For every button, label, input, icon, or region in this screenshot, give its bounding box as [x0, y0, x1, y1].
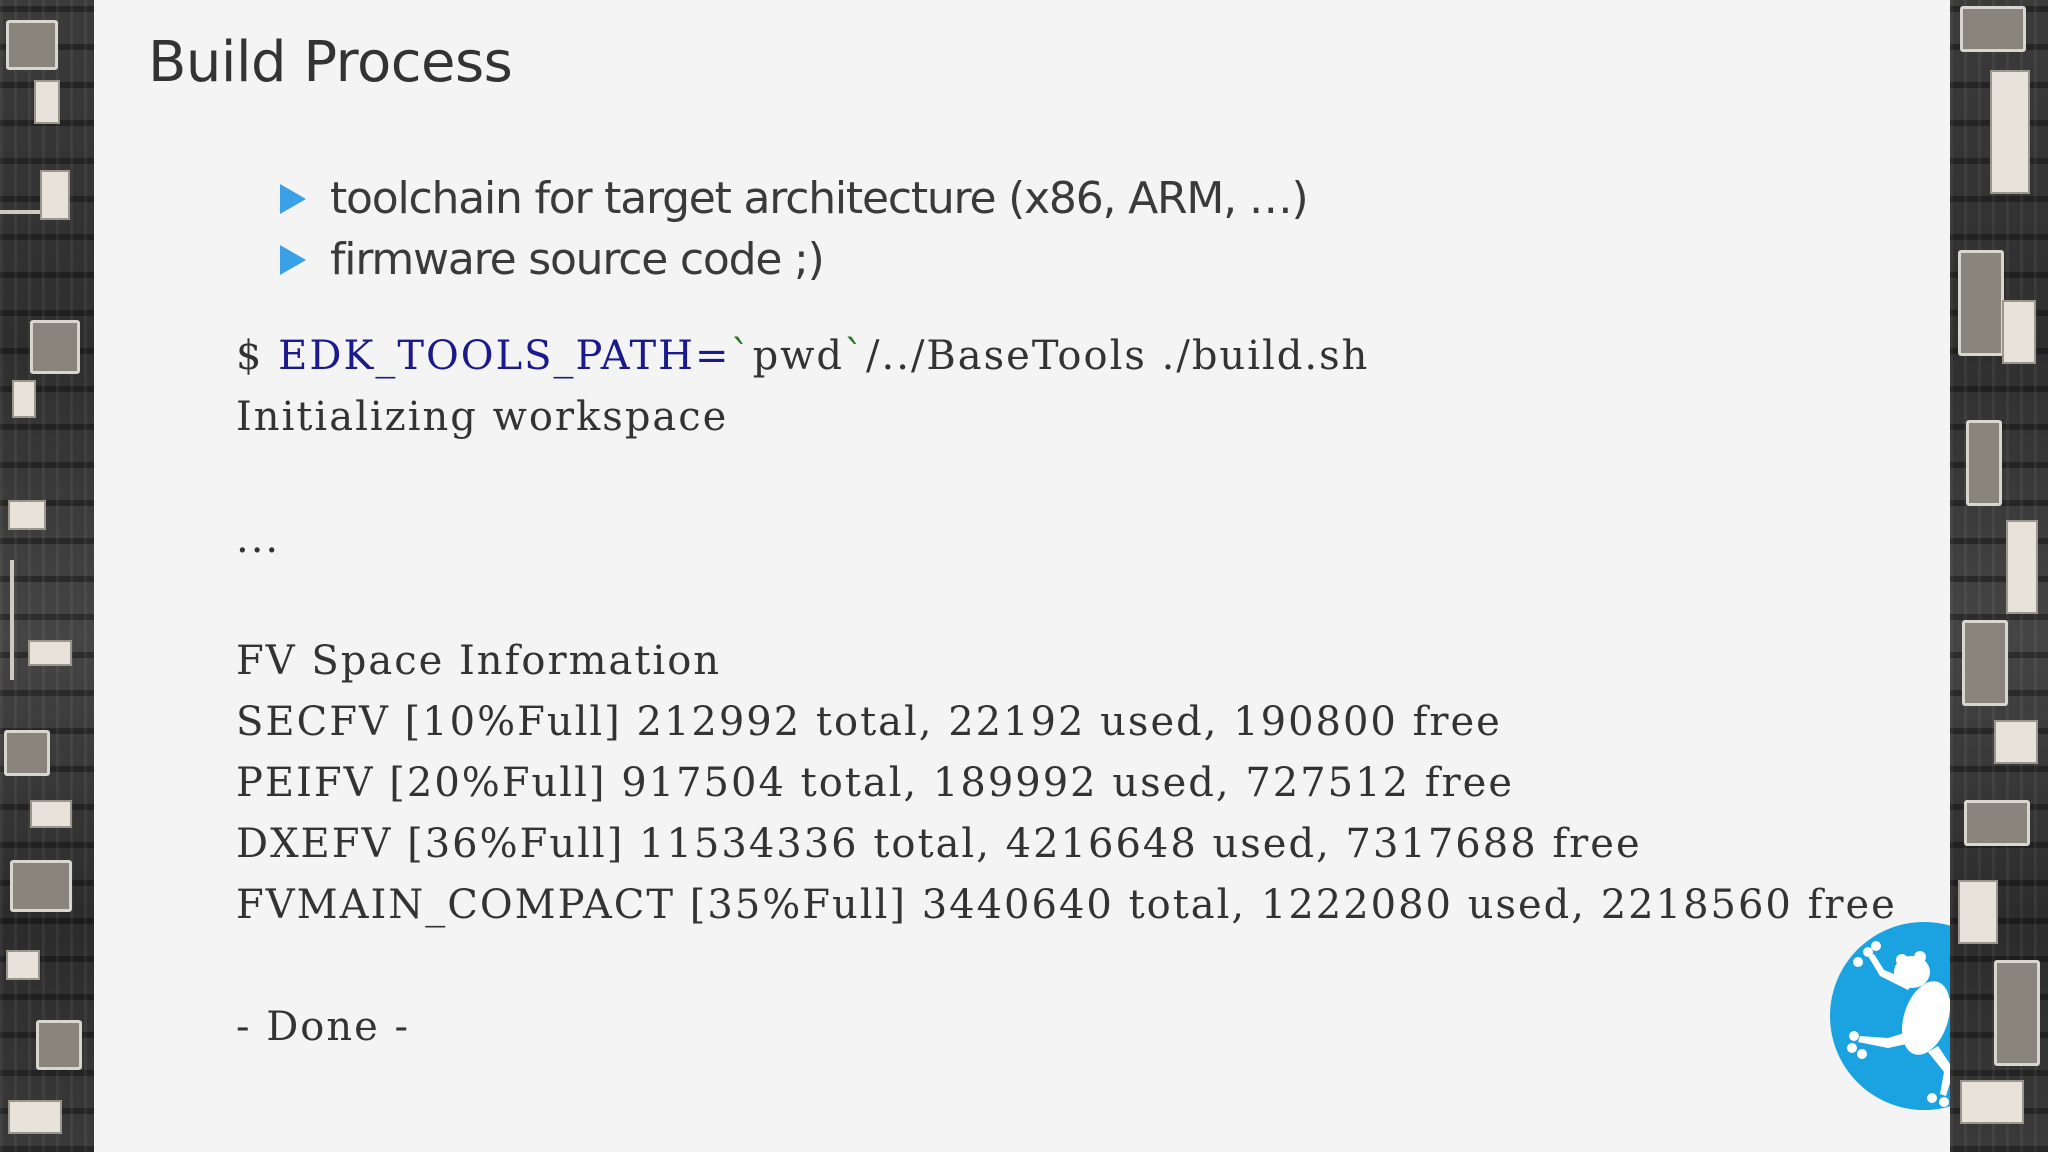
- backtick-open: `: [730, 333, 753, 379]
- triangle-right-icon: [280, 183, 306, 214]
- fv-line-dxefv: DXEFV [36%Full] 11534336 total, 4216648 …: [236, 821, 1642, 867]
- slide-panel: Build Process toolchain for target archi…: [94, 0, 2018, 1152]
- slide-title: Build Process: [148, 30, 513, 95]
- bullet-item: firmware source code ;): [280, 229, 1307, 290]
- fv-line-secfv: SECFV [10%Full] 212992 total, 22192 used…: [236, 699, 1502, 745]
- output-done: - Done -: [236, 1004, 411, 1050]
- bullet-item: toolchain for target architecture (x86, …: [280, 168, 1309, 229]
- triangle-right-icon: [280, 244, 306, 275]
- fv-space-header: FV Space Information: [236, 638, 722, 684]
- terminal-output: $ EDK_TOOLS_PATH=`pwd`/../BaseTools ./bu…: [236, 326, 1956, 1058]
- bullet-text: firmware source code ;): [330, 234, 825, 285]
- output-line-init: Initializing workspace: [236, 394, 729, 440]
- circuit-board-left-decoration: [0, 0, 94, 1152]
- bullet-text: toolchain for target architecture (x86, …: [330, 173, 1309, 224]
- env-variable: EDK_TOOLS_PATH=: [278, 333, 731, 379]
- bullet-list: toolchain for target architecture (x86, …: [280, 168, 1309, 290]
- backtick-close: `: [844, 333, 867, 379]
- circuit-board-right-decoration: [1950, 0, 2048, 1152]
- fv-line-peifv: PEIFV [20%Full] 917504 total, 189992 use…: [236, 760, 1514, 806]
- command-line: $ EDK_TOOLS_PATH=`pwd`/../BaseTools ./bu…: [236, 326, 1956, 387]
- command-rest: /../BaseTools ./build.sh: [866, 333, 1370, 379]
- prompt-symbol: $: [236, 333, 264, 379]
- fv-line-fvmain-compact: FVMAIN_COMPACT [35%Full] 3440640 total, …: [236, 882, 1897, 928]
- presentation-view: Build Process toolchain for target archi…: [0, 0, 2048, 1152]
- output-ellipsis: ...: [236, 516, 281, 562]
- command-substitution: pwd: [752, 333, 845, 379]
